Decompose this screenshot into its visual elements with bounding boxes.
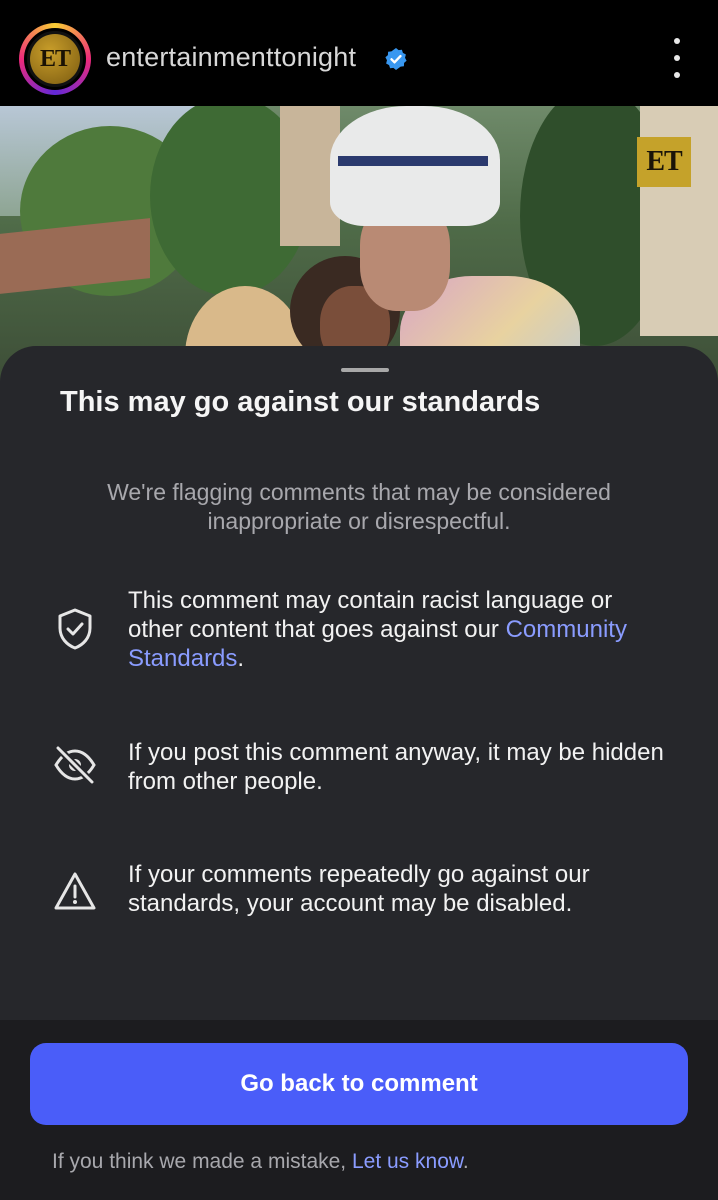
warning-item-text: This comment may contain racist language… [128, 586, 668, 673]
mistake-note: If you think we made a mistake, Let us k… [52, 1150, 692, 1174]
photo-hat [330, 106, 500, 226]
username-link[interactable]: entertainmenttonight [106, 42, 356, 73]
warning-item-text: If you post this comment anyway, it may … [128, 739, 664, 795]
avatar-initials: ET [30, 34, 80, 84]
shield-check-icon [58, 608, 92, 650]
dot [674, 72, 680, 78]
let-us-know-link[interactable]: Let us know [352, 1150, 463, 1173]
warning-sheet: This may go against our standards We're … [0, 346, 718, 1020]
sheet-title: This may go against our standards [60, 386, 541, 418]
sheet-subtitle: We're flagging comments that may be cons… [107, 479, 611, 534]
dot [674, 55, 680, 61]
warning-triangle-icon [54, 872, 96, 910]
sheet-drag-handle[interactable] [341, 368, 389, 372]
dot [674, 38, 680, 44]
mistake-note-end: . [462, 1150, 469, 1173]
more-options-icon[interactable] [660, 38, 694, 78]
eye-off-icon [54, 745, 96, 785]
mistake-note-text: If you think we made a mistake, [52, 1150, 352, 1173]
post-header: ET entertainmenttonight [0, 0, 718, 106]
go-back-to-comment-button[interactable]: Go back to comment [30, 1043, 688, 1125]
et-watermark: ET [637, 137, 691, 187]
sheet-footer: Go back to comment If you think we made … [0, 1020, 718, 1200]
profile-avatar[interactable]: ET [19, 23, 91, 95]
avatar-frame: ET [24, 28, 86, 90]
photo-hat-band [338, 156, 488, 166]
verified-badge-icon [385, 48, 407, 70]
item-text-end: . [237, 645, 245, 672]
warning-item-text: If your comments repeatedly go against o… [128, 861, 590, 917]
